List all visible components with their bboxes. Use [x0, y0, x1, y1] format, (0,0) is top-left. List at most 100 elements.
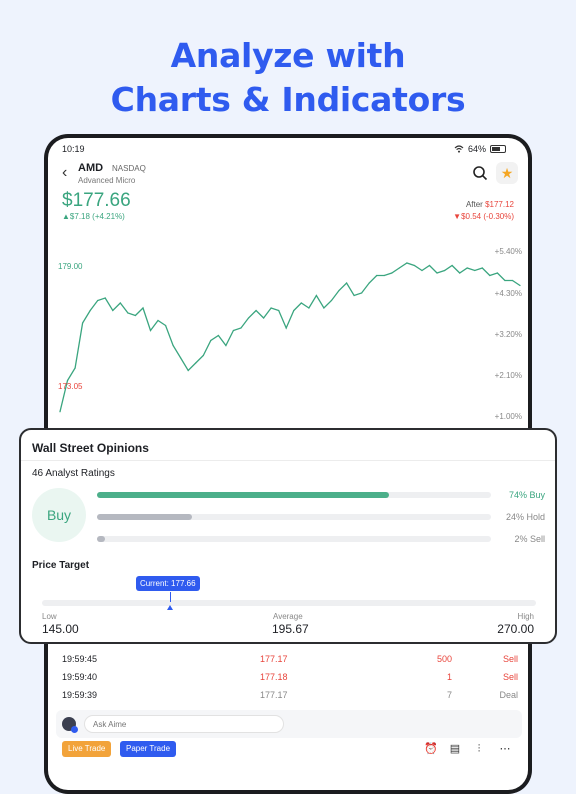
price-point	[504, 279, 506, 282]
alarm-clock-icon[interactable]: ⏰	[424, 742, 438, 756]
price-point	[391, 272, 393, 274]
price-point	[308, 307, 310, 309]
rating-label-hold: 24% Hold	[505, 512, 545, 522]
status-time: 10:19	[62, 144, 85, 154]
pct-label: +2.10%	[494, 371, 522, 380]
current-price-marker	[166, 605, 173, 610]
more-icon[interactable]: ⋯	[498, 742, 512, 756]
chart-high-label: 179.00	[58, 262, 83, 271]
price-point	[104, 297, 106, 299]
low-label: Low	[42, 612, 57, 621]
current-price-line	[169, 592, 171, 602]
ask-aime-input[interactable]	[84, 715, 284, 733]
price-point	[210, 339, 212, 342]
after-hours-price: $177.12	[485, 200, 514, 209]
price-point	[157, 319, 159, 322]
aime-robot-icon[interactable]	[62, 717, 78, 733]
back-chevron-icon[interactable]: ‹	[62, 164, 67, 182]
trade-row: 19:59:45 177.17 500 Sell	[48, 650, 528, 668]
price-point	[270, 307, 272, 309]
price-point	[66, 379, 69, 382]
layers-icon[interactable]: ▤	[448, 742, 462, 756]
promo-headline: Analyze with Charts & Indicators	[0, 34, 576, 122]
stock-exchange: NASDAQ	[112, 164, 146, 173]
search-icon[interactable]	[472, 165, 488, 181]
trade-time: 19:59:40	[62, 672, 98, 682]
trade-price: 177.17	[260, 690, 288, 700]
price-point	[285, 327, 287, 329]
price-point	[97, 299, 99, 302]
price-point	[323, 307, 325, 309]
price-point	[368, 282, 370, 284]
pct-label: +5.40%	[494, 247, 522, 256]
price-point	[466, 267, 468, 269]
trade-time: 19:59:39	[62, 690, 98, 700]
price-line	[59, 262, 521, 412]
price-point	[112, 309, 114, 312]
price-point	[172, 344, 174, 347]
chart-low-label: 173.05	[58, 382, 83, 391]
high-label: High	[517, 612, 534, 621]
price-point	[74, 367, 76, 369]
price-point	[89, 309, 91, 312]
low-value: 145.00	[42, 622, 79, 636]
trade-price: 177.18	[260, 672, 288, 682]
price-point	[443, 269, 446, 272]
consensus-badge: Buy	[32, 488, 86, 542]
intraday-chart[interactable]: 179.00 173.05 +5.40% +4.30% +3.20% +2.10…	[48, 238, 528, 428]
average-value: 195.67	[272, 622, 309, 636]
price-point	[451, 264, 453, 267]
rating-bar-sell	[97, 536, 491, 542]
average-label: Average	[273, 612, 303, 621]
price-point	[489, 274, 491, 277]
after-hours-change: ▼$0.54 (-0.30%)	[453, 212, 514, 221]
price-point	[436, 272, 438, 274]
price-point	[338, 289, 340, 292]
price-point	[383, 274, 385, 277]
price-point	[119, 302, 121, 304]
price-point	[255, 309, 257, 312]
headline-line-1: Analyze with	[170, 36, 406, 75]
live-trade-button[interactable]: Live Trade	[62, 741, 112, 757]
price-point	[195, 362, 197, 364]
opinions-title: Wall Street Opinions	[32, 441, 149, 455]
price-point	[421, 269, 423, 272]
price-point	[511, 279, 514, 282]
paper-trade-button[interactable]: Paper Trade	[120, 741, 177, 757]
price-point	[134, 314, 137, 317]
trade-qty: 1	[446, 672, 452, 682]
price-point	[406, 262, 408, 264]
trade-row: 19:59:40 177.18 1 Sell	[48, 668, 528, 686]
price-point	[217, 334, 219, 337]
wifi-icon	[454, 145, 464, 153]
battery-icon	[490, 145, 506, 153]
price-point	[202, 354, 204, 357]
price-target-track	[42, 600, 536, 606]
price-point	[59, 411, 61, 413]
price-point	[240, 327, 242, 329]
price-point	[459, 272, 461, 274]
current-price-tag: Current: 177.66	[135, 576, 200, 591]
price-point	[398, 267, 400, 269]
rating-bar-fill	[97, 514, 192, 520]
trade-time: 19:59:45	[62, 654, 98, 664]
rating-bar-fill	[97, 536, 105, 542]
stock-symbol: AMD	[78, 162, 104, 174]
rating-bar-buy	[97, 492, 491, 498]
price-point	[315, 294, 317, 297]
price-point	[330, 299, 333, 302]
trade-side: Sell	[502, 672, 518, 682]
trade-qty: 500	[436, 654, 452, 664]
price-point	[361, 292, 363, 294]
after-hours-block: After $177.12 ▼$0.54 (-0.30%)	[453, 200, 514, 221]
price-point	[428, 264, 431, 267]
high-value: 270.00	[497, 622, 534, 636]
trade-row: 19:59:39 177.17 7 Deal	[48, 686, 528, 704]
watchlist-star-icon[interactable]: ★	[496, 162, 518, 184]
analyst-ratings-title: 46 Analyst Ratings	[32, 468, 115, 479]
price-target-title: Price Target	[32, 560, 90, 571]
price-point	[353, 294, 355, 297]
price-point	[474, 269, 476, 272]
price-point	[413, 264, 416, 267]
chart-tools-icon[interactable]: ⫶	[472, 742, 486, 756]
